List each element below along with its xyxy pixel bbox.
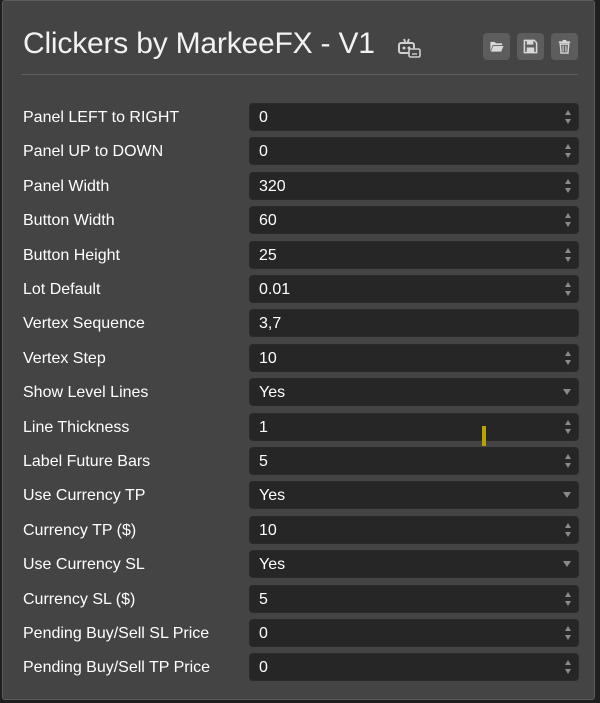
setting-number-input[interactable]: 60 [249, 206, 579, 234]
setting-number-input[interactable]: 320 [249, 172, 579, 200]
setting-label: Panel Width [23, 178, 110, 195]
spinner-arrows-icon[interactable] [564, 452, 572, 470]
spinner-arrows-icon[interactable] [564, 280, 572, 298]
setting-value: 60 [259, 212, 277, 229]
setting-row: Vertex Step 10 [3, 344, 594, 374]
spinner-arrows-icon[interactable] [564, 108, 572, 126]
setting-number-input[interactable]: 1 [249, 413, 579, 441]
setting-label: Panel UP to DOWN [23, 143, 164, 160]
setting-value: 10 [259, 522, 277, 539]
setting-row: Panel Width 320 [3, 172, 594, 202]
setting-value: Yes [259, 384, 286, 401]
setting-row: Pending Buy/Sell SL Price 0 [3, 619, 594, 649]
setting-label: Vertex Sequence [23, 315, 145, 332]
setting-label: Line Thickness [23, 419, 130, 436]
setting-value: 0 [259, 659, 268, 676]
setting-value: 320 [259, 178, 286, 195]
setting-value: 3,7 [259, 315, 282, 332]
setting-value: 25 [259, 247, 277, 264]
robot-monitor-icon [396, 37, 422, 59]
delete-button[interactable] [551, 33, 578, 60]
setting-label: Show Level Lines [23, 384, 149, 401]
folder-open-icon [489, 41, 504, 52]
setting-label: Button Height [23, 247, 120, 264]
trash-icon [558, 39, 571, 54]
setting-number-input[interactable]: 10 [249, 516, 579, 544]
setting-row: Currency SL ($) 5 [3, 585, 594, 615]
setting-row: Currency TP ($) 10 [3, 516, 594, 546]
setting-value: 5 [259, 591, 268, 608]
chevron-down-icon[interactable] [563, 561, 571, 567]
setting-label: Label Future Bars [23, 453, 151, 470]
setting-row: Pending Buy/Sell TP Price 0 [3, 653, 594, 683]
setting-row: Use Currency TP Yes [3, 481, 594, 511]
spinner-arrows-icon[interactable] [564, 624, 572, 642]
setting-number-input[interactable]: 0 [249, 619, 579, 647]
setting-row: Label Future Bars 5 [3, 447, 594, 477]
setting-row: Use Currency SL Yes [3, 550, 594, 580]
setting-value: Yes [259, 556, 286, 573]
chevron-down-icon[interactable] [563, 492, 571, 498]
spinner-arrows-icon[interactable] [564, 349, 572, 367]
spinner-arrows-icon[interactable] [564, 521, 572, 539]
settings-panel: Clickers by MarkeeFX - V1 Panel LEFT to … [2, 0, 595, 700]
setting-label: Vertex Step [23, 350, 106, 367]
spinner-arrows-icon[interactable] [564, 658, 572, 676]
text-cursor-icon [482, 426, 486, 446]
setting-row: Button Height 25 [3, 241, 594, 271]
setting-select[interactable]: Yes [249, 378, 579, 406]
setting-row: Show Level Lines Yes [3, 378, 594, 408]
setting-number-input[interactable]: 0 [249, 653, 579, 681]
panel-title: Clickers by MarkeeFX - V1 [23, 27, 375, 60]
floppy-disk-icon [523, 39, 538, 54]
setting-value: 0.01 [259, 281, 291, 298]
spinner-arrows-icon[interactable] [564, 590, 572, 608]
setting-number-input[interactable]: 5 [249, 585, 579, 613]
setting-value: Yes [259, 487, 286, 504]
setting-value: 0 [259, 109, 268, 126]
setting-label: Pending Buy/Sell TP Price [23, 659, 211, 676]
setting-label: Use Currency TP [23, 487, 146, 504]
setting-select[interactable]: Yes [249, 481, 579, 509]
setting-value: 0 [259, 625, 268, 642]
setting-number-input[interactable]: 0 [249, 137, 579, 165]
setting-number-input[interactable]: 5 [249, 447, 579, 475]
setting-value: 5 [259, 453, 268, 470]
setting-number-input[interactable]: 25 [249, 241, 579, 269]
spinner-arrows-icon[interactable] [564, 211, 572, 229]
setting-label: Lot Default [23, 281, 101, 298]
setting-number-input[interactable]: 0.01 [249, 275, 579, 303]
spinner-arrows-icon[interactable] [564, 418, 572, 436]
open-folder-button[interactable] [483, 33, 510, 60]
spinner-arrows-icon[interactable] [564, 246, 572, 264]
setting-row: Lot Default 0.01 [3, 275, 594, 305]
setting-row: Panel UP to DOWN 0 [3, 137, 594, 167]
save-button[interactable] [517, 33, 544, 60]
setting-value: 1 [259, 419, 268, 436]
setting-label: Currency SL ($) [23, 591, 136, 608]
setting-row: Button Width 60 [3, 206, 594, 236]
chevron-down-icon[interactable] [563, 389, 571, 395]
setting-text-input[interactable]: 3,7 [249, 309, 579, 337]
setting-label: Currency TP ($) [23, 522, 137, 539]
setting-label: Panel LEFT to RIGHT [23, 109, 180, 126]
setting-value: 10 [259, 350, 277, 367]
panel-header: Clickers by MarkeeFX - V1 [3, 1, 594, 77]
setting-value: 0 [259, 143, 268, 160]
header-divider [21, 74, 578, 75]
setting-row: Line Thickness 1 [3, 413, 594, 443]
setting-number-input[interactable]: 0 [249, 103, 579, 131]
spinner-arrows-icon[interactable] [564, 177, 572, 195]
setting-row: Panel LEFT to RIGHT 0 [3, 103, 594, 133]
setting-number-input[interactable]: 10 [249, 344, 579, 372]
setting-label: Pending Buy/Sell SL Price [23, 625, 210, 642]
setting-label: Button Width [23, 212, 115, 229]
setting-select[interactable]: Yes [249, 550, 579, 578]
setting-label: Use Currency SL [23, 556, 145, 573]
setting-row: Vertex Sequence 3,7 [3, 309, 594, 339]
spinner-arrows-icon[interactable] [564, 142, 572, 160]
